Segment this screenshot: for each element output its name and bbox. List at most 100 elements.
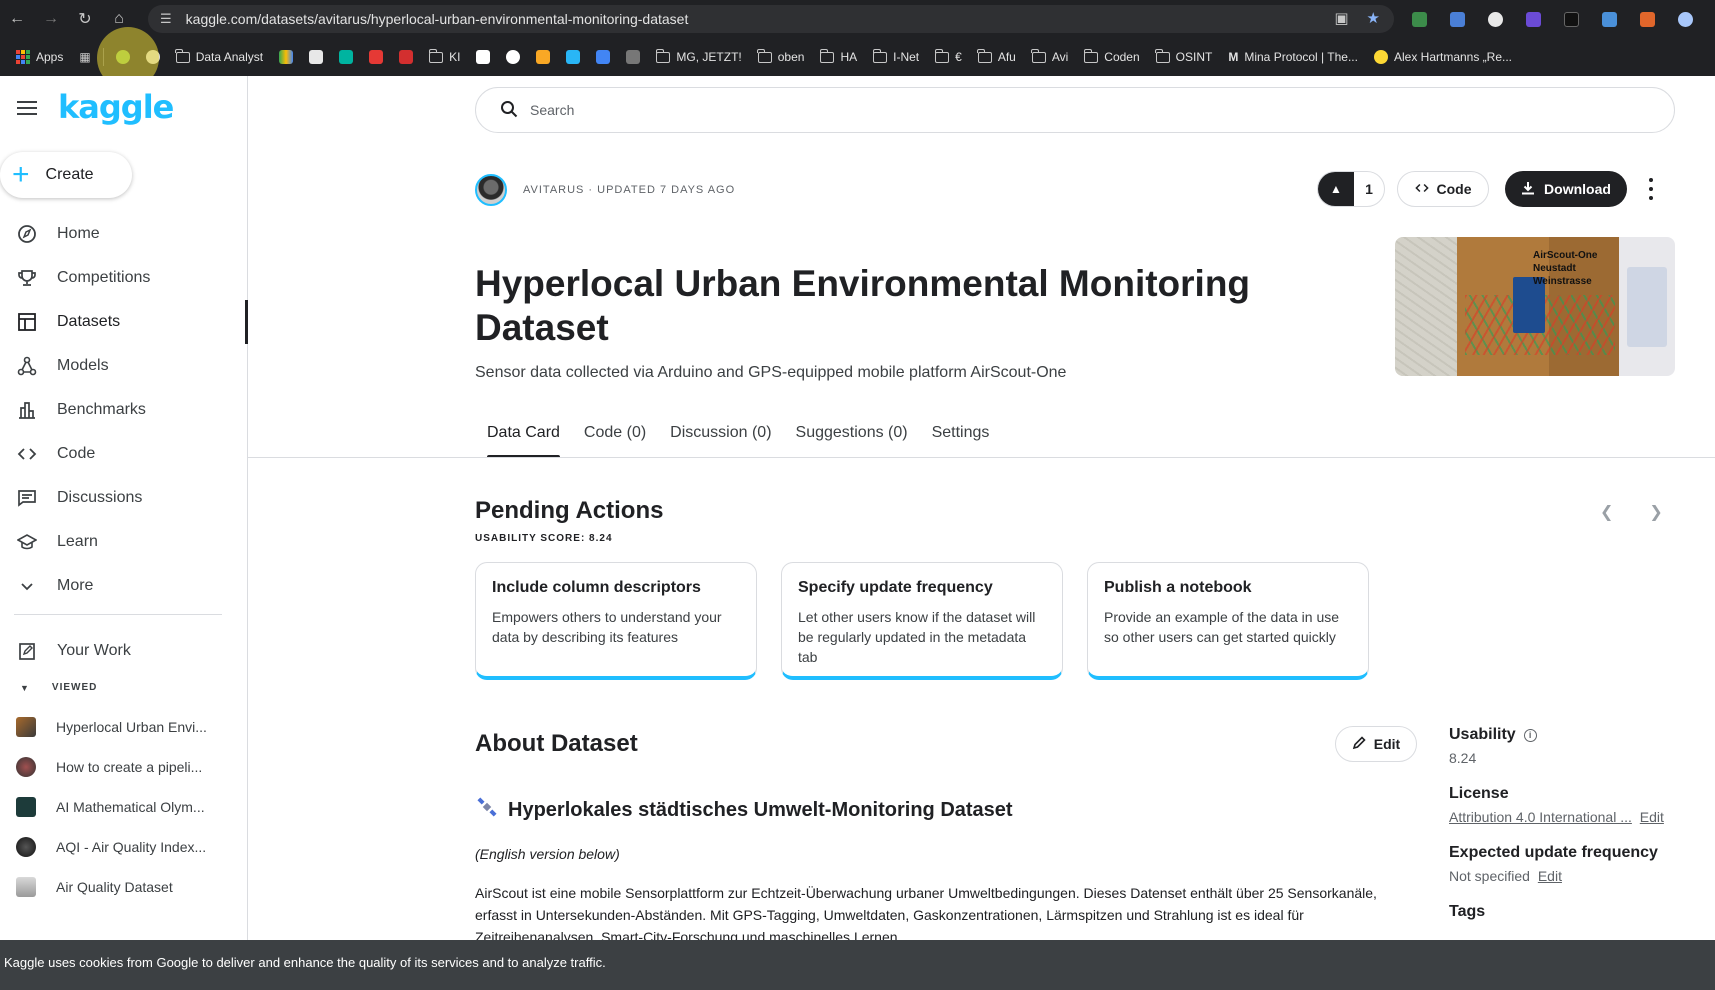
- bookmark-folder-euro[interactable]: €: [927, 45, 970, 69]
- sidebar-item-datasets[interactable]: Datasets: [0, 300, 248, 344]
- extension-icon[interactable]: [1520, 6, 1546, 32]
- bookmark-label: OSINT: [1175, 50, 1213, 64]
- action-card-update-frequency[interactable]: Specify update frequency Let other users…: [781, 562, 1063, 680]
- site-settings-icon[interactable]: ☰: [160, 11, 172, 27]
- bookmark-apps[interactable]: Apps: [8, 45, 71, 69]
- sidebar-item-benchmarks[interactable]: Benchmarks: [0, 388, 248, 432]
- sidebar-item-home[interactable]: Home: [0, 212, 248, 256]
- list-item[interactable]: AI Mathematical Olym...: [0, 787, 248, 827]
- tab-suggestions[interactable]: Suggestions (0): [784, 420, 920, 458]
- sidebar-item-learn[interactable]: Learn: [0, 520, 248, 564]
- sheets-extension-icon[interactable]: [1596, 6, 1622, 32]
- bookmark-icon-only[interactable]: [331, 45, 361, 69]
- tab-data-card[interactable]: Data Card: [475, 420, 572, 458]
- url-text[interactable]: kaggle.com/datasets/avitarus/hyperlocal-…: [186, 11, 689, 27]
- extension-icon[interactable]: [1406, 6, 1432, 32]
- update-frequency-edit-link[interactable]: Edit: [1538, 868, 1562, 884]
- dataset-thumbnail: [16, 717, 36, 737]
- chevron-left-icon[interactable]: ❮: [1600, 502, 1613, 522]
- tab-discussion[interactable]: Discussion (0): [658, 420, 783, 458]
- extension-icon[interactable]: [1634, 6, 1660, 32]
- bookmark-folder-ki[interactable]: KI: [421, 45, 468, 69]
- kaggle-logo[interactable]: kaggle: [58, 88, 174, 126]
- sidebar-item-label: Competitions: [57, 269, 151, 286]
- bookmark-folder-inet[interactable]: I-Net: [865, 45, 927, 69]
- dataset-tabs: Data Card Code (0) Discussion (0) Sugges…: [475, 420, 1001, 458]
- upvote-button[interactable]: ▲ 1: [1317, 171, 1385, 207]
- forward-icon[interactable]: →: [34, 0, 68, 38]
- viewed-item-label: AQI - Air Quality Index...: [56, 839, 207, 855]
- caret-up-icon[interactable]: ▲: [1318, 172, 1354, 206]
- bookmark-folder-avi[interactable]: Avi: [1024, 45, 1076, 69]
- bookmark-icon-only[interactable]: [108, 45, 138, 69]
- home-icon[interactable]: ⌂: [102, 0, 136, 38]
- trophy-icon: [16, 267, 38, 289]
- bookmark-folder-data-analyst[interactable]: Data Analyst: [168, 45, 271, 69]
- list-item[interactable]: How to create a pipeli...: [0, 747, 248, 787]
- bookmark-icon-only[interactable]: [618, 45, 648, 69]
- extension-icon[interactable]: [1558, 6, 1584, 32]
- bookmark-star-icon[interactable]: ★: [1367, 9, 1380, 27]
- address-bar[interactable]: ☰ kaggle.com/datasets/avitarus/hyperloca…: [148, 5, 1394, 33]
- sidebar-item-more[interactable]: More: [0, 564, 248, 608]
- avatar[interactable]: [475, 174, 507, 206]
- list-item[interactable]: AQI - Air Quality Index...: [0, 827, 248, 867]
- bookmark-grid[interactable]: ▦: [71, 45, 98, 69]
- more-options-icon[interactable]: [1645, 178, 1657, 200]
- sidebar-item-your-work[interactable]: Your Work: [0, 629, 131, 673]
- code-button[interactable]: Code: [1397, 171, 1489, 207]
- bookmark-alex[interactable]: Alex Hartmanns „Re...: [1366, 45, 1520, 69]
- sidebar-item-competitions[interactable]: Competitions: [0, 256, 248, 300]
- bookmark-icon-only[interactable]: [361, 45, 391, 69]
- list-item[interactable]: Hyperlocal Urban Envi...: [0, 707, 248, 747]
- sidebar-item-code[interactable]: Code: [0, 432, 248, 476]
- folder-icon: [757, 48, 772, 63]
- install-app-icon[interactable]: ▣: [1334, 9, 1348, 27]
- bookmark-icon-only[interactable]: [391, 45, 421, 69]
- bookmark-icon-only[interactable]: [528, 45, 558, 69]
- bookmark-icon-only[interactable]: [498, 45, 528, 69]
- reload-icon[interactable]: ↻: [68, 0, 102, 38]
- bookmark-icon-only[interactable]: [271, 45, 301, 69]
- back-icon[interactable]: ←: [0, 0, 34, 38]
- bookmark-icon-only[interactable]: [468, 45, 498, 69]
- action-card-publish-notebook[interactable]: Publish a notebook Provide an example of…: [1087, 562, 1369, 680]
- tabs-divider: [248, 457, 1715, 458]
- bookmark-folder-ha[interactable]: HA: [812, 45, 865, 69]
- bookmark-icon-only[interactable]: [558, 45, 588, 69]
- card-title: Publish a notebook: [1104, 579, 1252, 596]
- profile-check-icon[interactable]: [1672, 6, 1698, 32]
- bookmark-folder-mg[interactable]: MG, JETZT!: [648, 45, 749, 69]
- cookie-text: Kaggle uses cookies from Google to deliv…: [4, 954, 606, 970]
- bookmark-folder-afu[interactable]: Afu: [970, 45, 1024, 69]
- bookmark-folder-oben[interactable]: oben: [750, 45, 813, 69]
- bookmark-mina[interactable]: M Mina Protocol | The...: [1220, 45, 1366, 69]
- bookmark-icon-only[interactable]: [588, 45, 618, 69]
- extension-icon[interactable]: [1482, 6, 1508, 32]
- tab-settings[interactable]: Settings: [920, 420, 1002, 458]
- sidebar-item-discussions[interactable]: Discussions: [0, 476, 248, 520]
- search-input[interactable]: Search: [475, 87, 1675, 133]
- bookmark-icon-only[interactable]: [301, 45, 331, 69]
- bookmark-folder-osint[interactable]: OSINT: [1148, 45, 1221, 69]
- action-card-column-descriptors[interactable]: Include column descriptors Empowers othe…: [475, 562, 757, 680]
- menu-icon[interactable]: [17, 101, 37, 115]
- edit-button[interactable]: Edit: [1335, 726, 1417, 762]
- create-button[interactable]: + Create: [0, 152, 132, 198]
- chevron-right-icon[interactable]: ❯: [1649, 502, 1662, 522]
- sidebar-item-models[interactable]: Models: [0, 344, 248, 388]
- list-item[interactable]: Air Quality Dataset: [0, 867, 248, 907]
- sidebar-item-label: Discussions: [57, 489, 143, 506]
- bookmark-icon-only[interactable]: [138, 45, 168, 69]
- bookmark-folder-coden[interactable]: Coden: [1076, 45, 1147, 69]
- info-icon[interactable]: i: [1523, 728, 1537, 742]
- tab-code[interactable]: Code (0): [572, 420, 658, 458]
- viewed-toggle[interactable]: ▼ VIEWED: [20, 682, 97, 693]
- license-edit-link[interactable]: Edit: [1640, 809, 1664, 825]
- download-button[interactable]: Download: [1505, 171, 1627, 207]
- license-link[interactable]: Attribution 4.0 International ...: [1449, 809, 1632, 825]
- viewed-item-label: Air Quality Dataset: [56, 879, 173, 895]
- translate-extension-icon[interactable]: [1444, 6, 1470, 32]
- viewed-item-label: How to create a pipeli...: [56, 759, 203, 775]
- owner-meta[interactable]: AVITARUS · UPDATED 7 DAYS AGO: [523, 184, 735, 196]
